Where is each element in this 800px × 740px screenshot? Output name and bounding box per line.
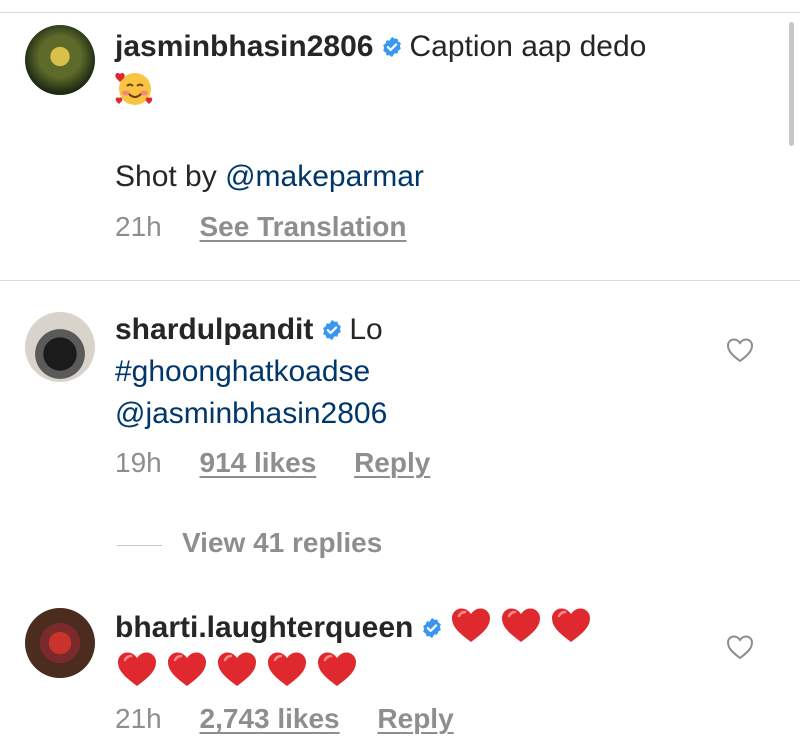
comment: bharti.laughterqueen [115,605,715,693]
avatar[interactable] [25,312,95,382]
red-heart-icon [552,608,591,642]
comment-text: Lo [349,313,383,346]
reply-button[interactable]: Reply [354,447,430,478]
view-replies-button[interactable]: View 41 replies [182,527,382,559]
red-heart-icon [218,652,256,686]
timestamp: 19h [115,447,162,478]
likes-count[interactable]: 914 likes [200,447,317,478]
hearts-line-1 [449,608,599,644]
red-heart-icon [318,652,356,686]
comment: shardulpandit Lo #ghoonghatkoadse @jasmin… [115,309,715,435]
hearts-line-2 [115,652,365,688]
see-translation-button[interactable]: See Translation [200,211,407,242]
verified-badge-icon [323,319,342,341]
red-heart-icon [452,608,491,642]
likes-count[interactable]: 2,743 likes [200,703,340,734]
username[interactable]: jasminbhasin2806 [115,30,373,63]
red-heart-icon [168,652,206,686]
username[interactable]: shardulpandit [115,313,313,346]
red-heart-icon [502,608,541,642]
mention-link[interactable]: @makeparmar [225,160,424,193]
verified-badge-icon [423,617,442,639]
comment-divider [0,280,800,281]
comment-meta: 19h 914 likes Reply [115,447,715,479]
avatar[interactable] [25,25,95,95]
replies-line [117,545,162,546]
comment-meta: 21h 2,743 likes Reply [115,703,715,735]
timestamp: 21h [115,211,162,242]
caption-comment: jasminbhasin2806 Caption aap dedo Shot by… [115,26,715,198]
verified-badge-icon [383,36,402,58]
timestamp: 21h [115,703,162,734]
top-divider [0,12,800,13]
scrollbar[interactable] [789,22,794,146]
shot-by-text: Shot by [115,160,226,193]
avatar[interactable] [25,608,95,678]
red-heart-icon [118,652,156,686]
red-heart-icon [268,652,306,686]
comment-meta: 21h See Translation [115,211,715,243]
hashtag-link[interactable]: #ghoonghatkoadse [115,355,370,388]
heart-outline-icon[interactable] [726,634,754,660]
username[interactable]: bharti.laughterqueen [115,611,413,644]
comment-text: Caption aap dedo [409,30,647,63]
reply-button[interactable]: Reply [377,703,453,734]
heart-outline-icon[interactable] [726,337,754,363]
mention-link[interactable]: @jasminbhasin2806 [115,397,387,430]
smiling-face-with-hearts-icon [115,72,153,105]
